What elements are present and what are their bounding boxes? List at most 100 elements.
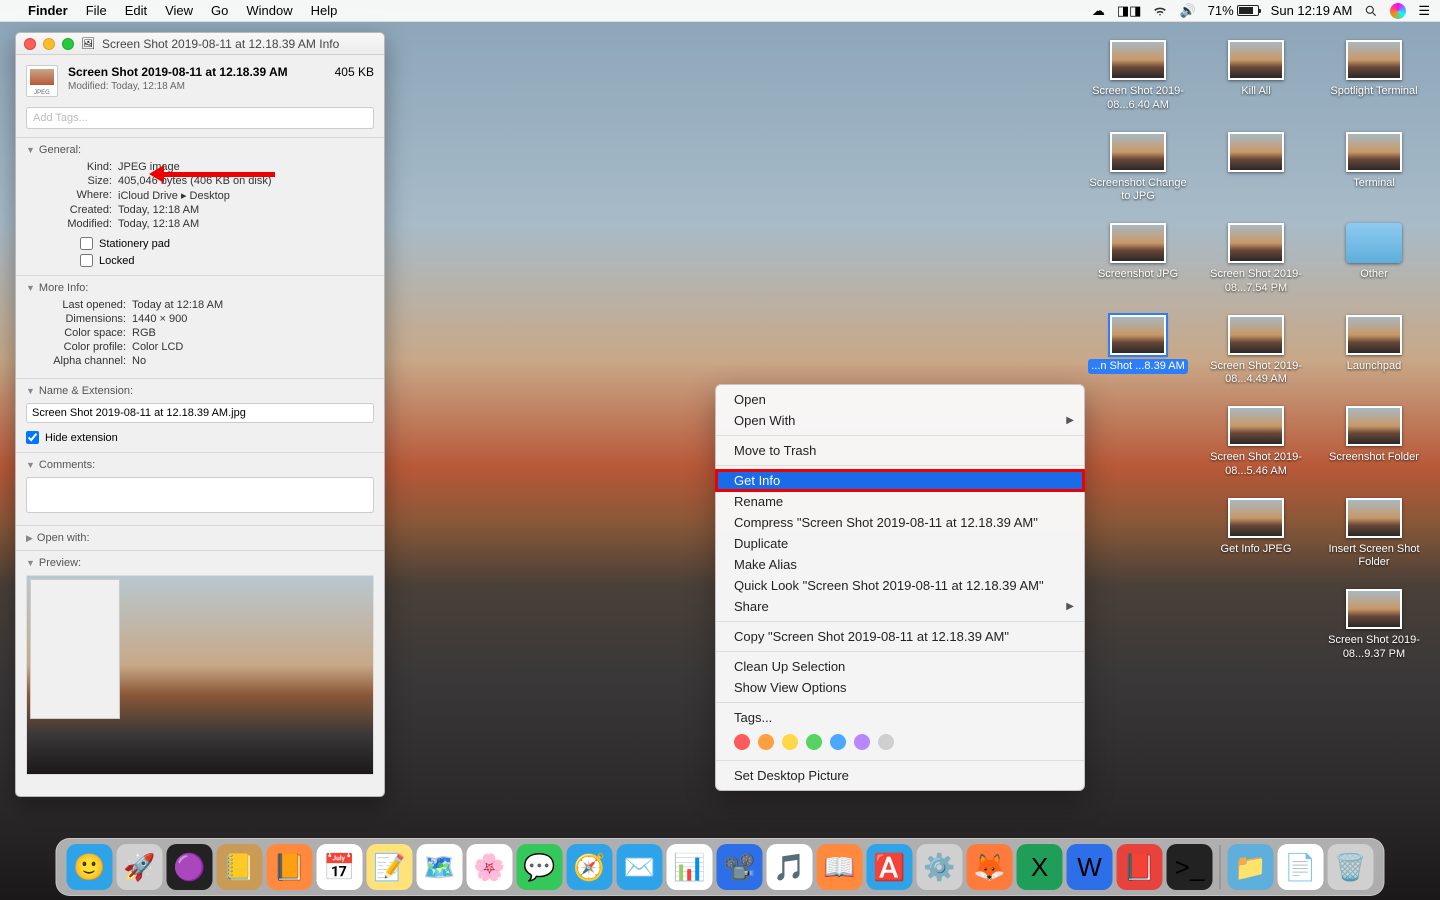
tag-color-swatch[interactable] — [734, 734, 750, 750]
dock-siri-icon[interactable]: 🟣 — [167, 844, 213, 890]
cm-tags-label[interactable]: Tags... — [716, 707, 1084, 728]
desktop-icon[interactable]: Screenshot JPG — [1082, 223, 1194, 297]
more-info-disclosure[interactable]: ▼More Info: — [26, 282, 374, 294]
tag-color-swatch[interactable] — [830, 734, 846, 750]
cm-make-alias[interactable]: Make Alias — [716, 554, 1084, 575]
dock-contacts-icon[interactable]: 📒 — [217, 844, 263, 890]
menu-file[interactable]: File — [86, 3, 107, 18]
menu-go[interactable]: Go — [211, 3, 228, 18]
close-button[interactable] — [24, 38, 36, 50]
desktop-icon[interactable]: Kill All — [1200, 40, 1312, 114]
dock-ibooks-icon[interactable]: 📙 — [267, 844, 313, 890]
clock[interactable]: Sun 12:19 AM — [1271, 3, 1353, 18]
dock-finder-icon[interactable]: 🙂 — [67, 844, 113, 890]
cm-separator — [716, 621, 1084, 622]
dock-terminal-icon[interactable]: >_ — [1167, 844, 1213, 890]
disk-icon[interactable]: ◨◨ — [1117, 3, 1142, 19]
dock-settings-icon[interactable]: ⚙️ — [917, 844, 963, 890]
notification-center-icon[interactable]: ☰ — [1418, 3, 1430, 19]
volume-icon[interactable]: 🔊 — [1179, 3, 1195, 19]
tag-color-swatch[interactable] — [782, 734, 798, 750]
comments-input[interactable] — [26, 477, 374, 513]
dock-maps-icon[interactable]: 🗺️ — [417, 844, 463, 890]
desktop-icon[interactable]: Screen Shot 2019-08...9.37 PM — [1318, 589, 1430, 663]
desktop-icon[interactable]: ...n Shot ...8.39 AM — [1082, 315, 1194, 389]
tag-color-swatch[interactable] — [806, 734, 822, 750]
tag-color-swatch[interactable] — [758, 734, 774, 750]
name-ext-disclosure[interactable]: ▼Name & Extension: — [26, 385, 374, 397]
desktop-icon[interactable] — [1200, 132, 1312, 206]
preview-disclosure[interactable]: ▼Preview: — [26, 557, 374, 569]
desktop-icon[interactable]: Screen Shot 2019-08...4.49 AM — [1200, 315, 1312, 389]
dock-downloads-icon[interactable]: 📁 — [1228, 844, 1274, 890]
dock-excel-icon[interactable]: X — [1017, 844, 1063, 890]
cm-duplicate[interactable]: Duplicate — [716, 533, 1084, 554]
cm-set-desktop-picture[interactable]: Set Desktop Picture — [716, 765, 1084, 786]
filename-input[interactable] — [26, 403, 374, 423]
open-with-disclosure[interactable]: ▶Open with: — [26, 532, 374, 544]
menu-window[interactable]: Window — [246, 3, 292, 18]
battery-status[interactable]: 71% — [1208, 3, 1259, 18]
cm-view-options[interactable]: Show View Options — [716, 677, 1084, 698]
zoom-button[interactable] — [62, 38, 74, 50]
wifi-icon[interactable] — [1153, 4, 1167, 18]
dock-trash-icon[interactable]: 🗑️ — [1328, 844, 1374, 890]
desktop-icon[interactable]: Screen Shot 2019-08...6.40 AM — [1082, 40, 1194, 114]
desktop-icon[interactable]: Insert Screen Shot Folder — [1318, 498, 1430, 572]
desktop-icon[interactable]: Screen Shot 2019-08...5.46 AM — [1200, 406, 1312, 480]
dock-appstore-icon[interactable]: 🅰️ — [867, 844, 913, 890]
cm-share[interactable]: Share — [716, 596, 1084, 617]
siri-icon[interactable] — [1390, 3, 1406, 19]
dock-pdf-icon[interactable]: 📕 — [1117, 844, 1163, 890]
cm-get-info[interactable]: Get Info — [716, 470, 1084, 491]
menu-view[interactable]: View — [165, 3, 193, 18]
dock-photos-icon[interactable]: 🌸 — [467, 844, 513, 890]
cm-move-to-trash[interactable]: Move to Trash — [716, 440, 1084, 461]
app-menu[interactable]: Finder — [28, 3, 68, 18]
dock-word-icon[interactable]: W — [1067, 844, 1113, 890]
menu-help[interactable]: Help — [311, 3, 338, 18]
dock-docs-icon[interactable]: 📄 — [1278, 844, 1324, 890]
cm-clean-up[interactable]: Clean Up Selection — [716, 656, 1084, 677]
locked-checkbox[interactable]: Locked — [26, 252, 374, 269]
dock-notes-icon[interactable]: 📝 — [367, 844, 413, 890]
dock-launchpad-icon[interactable]: 🚀 — [117, 844, 163, 890]
cm-rename[interactable]: Rename — [716, 491, 1084, 512]
window-titlebar[interactable]: 🖼 Screen Shot 2019-08-11 at 12.18.39 AM … — [16, 33, 384, 55]
desktop-icon[interactable]: Screen Shot 2019-08...7.54 PM — [1200, 223, 1312, 297]
desktop-icon[interactable]: Screenshot Change to JPG — [1082, 132, 1194, 206]
dock-messages-icon[interactable]: 💬 — [517, 844, 563, 890]
tag-color-swatch[interactable] — [878, 734, 894, 750]
menu-edit[interactable]: Edit — [125, 3, 147, 18]
cm-open-with[interactable]: Open With — [716, 410, 1084, 431]
dock-firefox-icon[interactable]: 🦊 — [967, 844, 1013, 890]
dock-keynote-icon[interactable]: 📽️ — [717, 844, 763, 890]
comments-disclosure[interactable]: ▼Comments: — [26, 459, 374, 471]
desktop-icon-label: Screenshot Change to JPG — [1082, 176, 1194, 206]
tag-color-swatch[interactable] — [854, 734, 870, 750]
desktop-icon[interactable]: Launchpad — [1318, 315, 1430, 389]
colorspace-key: Color space: — [40, 327, 126, 339]
stationery-checkbox[interactable]: Stationery pad — [26, 235, 374, 252]
dock-safari-icon[interactable]: 🧭 — [567, 844, 613, 890]
dock-ibooks2-icon[interactable]: 📖 — [817, 844, 863, 890]
desktop-icon[interactable]: Other — [1318, 223, 1430, 297]
dock-numbers-icon[interactable]: 📊 — [667, 844, 713, 890]
desktop-icon[interactable]: Get Info JPEG — [1200, 498, 1312, 572]
hide-extension-checkbox[interactable]: Hide extension — [26, 429, 374, 446]
cm-open[interactable]: Open — [716, 389, 1084, 410]
cloud-icon[interactable]: ☁︎ — [1092, 3, 1105, 19]
dock-itunes-icon[interactable]: 🎵 — [767, 844, 813, 890]
desktop-icon[interactable]: Spotlight Terminal — [1318, 40, 1430, 114]
minimize-button[interactable] — [43, 38, 55, 50]
cm-compress[interactable]: Compress "Screen Shot 2019-08-11 at 12.1… — [716, 512, 1084, 533]
spotlight-icon[interactable] — [1364, 4, 1378, 18]
dock-mail-icon[interactable]: ✉️ — [617, 844, 663, 890]
general-disclosure[interactable]: ▼General: — [26, 144, 374, 156]
cm-quick-look[interactable]: Quick Look "Screen Shot 2019-08-11 at 12… — [716, 575, 1084, 596]
desktop-icon[interactable]: Terminal — [1318, 132, 1430, 206]
desktop-icon[interactable]: Screenshot Folder — [1318, 406, 1430, 480]
cm-copy[interactable]: Copy "Screen Shot 2019-08-11 at 12.18.39… — [716, 626, 1084, 647]
dock-calendar-icon[interactable]: 📅 — [317, 844, 363, 890]
tags-input[interactable]: Add Tags... — [26, 107, 374, 129]
